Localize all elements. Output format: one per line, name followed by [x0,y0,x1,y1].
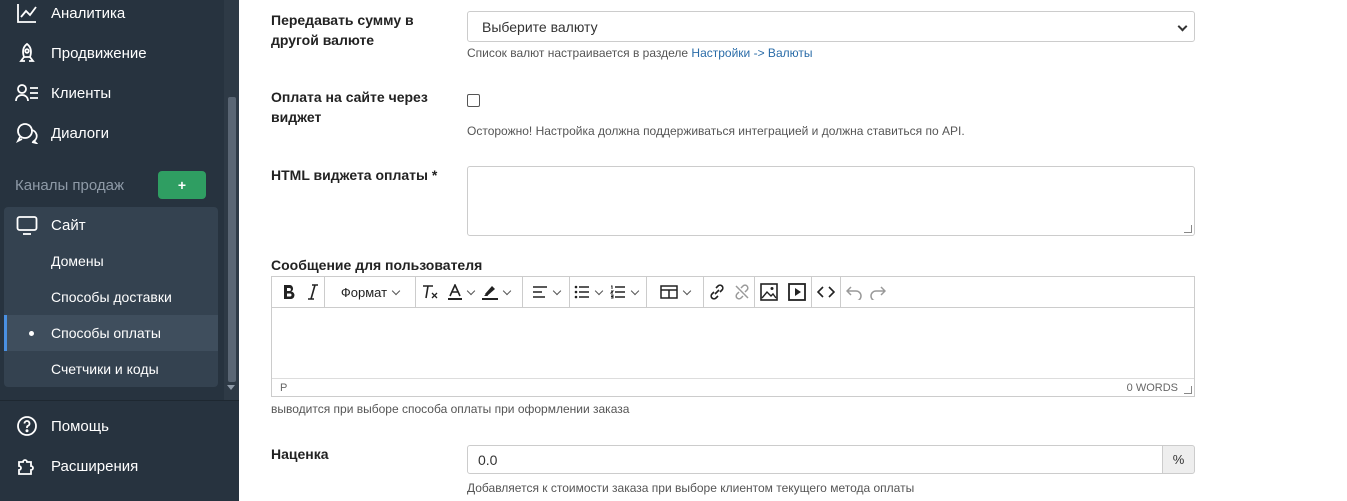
image-icon[interactable] [755,277,783,308]
widget-html-textarea[interactable] [467,166,1195,236]
italic-icon[interactable] [302,277,324,308]
undo-icon[interactable] [841,277,867,308]
sidebar-subitem-delivery[interactable]: Способы доставки [4,279,218,315]
sidebar-item-label: Аналитика [51,4,126,22]
chat-bubbles-icon [15,121,39,145]
sidebar-item-dialogs[interactable]: Диалоги [0,113,224,153]
sidebar-subitem-label: Способы доставки [51,289,172,305]
chevron-down-icon [630,286,640,295]
element-path[interactable]: P [280,382,287,394]
currency-label: Передавать сумму в другой валюте [271,12,414,48]
text-color-icon[interactable] [444,277,478,308]
sidebar-subitem-domains[interactable]: Домены [4,243,218,279]
align-left-icon[interactable] [523,277,569,308]
sidebar-subitem-label: Домены [51,253,104,269]
active-dot-icon [29,330,34,336]
redo-icon[interactable] [867,277,889,308]
user-message-help: выводится при выборе способа оплаты при … [271,402,630,416]
chevron-down-icon [594,286,604,295]
sidebar-subitem-counters[interactable]: Счетчики и коды [4,351,218,387]
widget-payment-help: Осторожно! Настройка должна поддерживать… [467,124,965,138]
add-channel-button[interactable]: + [158,171,206,199]
media-icon[interactable] [783,277,811,308]
bold-icon[interactable] [276,277,302,308]
markup-input[interactable]: 0.0 [467,445,1163,474]
percent-addon: % [1162,445,1195,474]
widget-html-label: HTML виджета оплаты * [271,167,438,183]
sidebar-item-promotion[interactable]: Продвижение [0,33,224,73]
sidebar: Аналитика Продвижение Клиенты Диалоги Ка… [0,0,239,501]
monitor-icon [15,213,39,237]
sidebar-subitem-label: Счетчики и коды [51,361,159,377]
widget-payment-label: Оплата на сайте через виджет [271,89,428,125]
rocket-icon [15,41,39,65]
currency-help-text: Список валют настраивается в разделе [467,46,692,60]
currency-select[interactable]: Выберите валюту [467,11,1195,42]
help-circle-icon [15,414,39,438]
sidebar-item-label: Клиенты [51,84,112,102]
sidebar-item-help[interactable]: Помощь [0,406,224,446]
chevron-down-icon [466,286,476,295]
markup-input-value: 0.0 [478,451,498,468]
clear-format-icon[interactable] [416,277,444,308]
sidebar-item-label: Сайт [51,216,86,234]
word-count: 0 WORDS [1126,382,1178,394]
source-code-icon[interactable] [812,277,840,308]
sidebar-item-partial[interactable] [0,486,224,501]
bullet-list-icon[interactable] [570,277,606,308]
editor-statusbar: P 0 WORDS [272,378,1194,396]
currency-settings-link[interactable]: Настройки -> Валюты [691,46,812,60]
sidebar-item-site[interactable]: Сайт [0,205,224,245]
scrollbar-thumb[interactable] [228,97,236,382]
sidebar-item-label: Продвижение [51,44,147,62]
link-icon[interactable] [704,277,730,308]
users-list-icon [15,81,39,105]
markup-help: Добавляется к стоимости заказа при выбор… [467,481,915,495]
sidebar-item-clients[interactable]: Клиенты [0,73,224,113]
chart-line-icon [15,1,39,25]
sidebar-item-analytics[interactable]: Аналитика [0,0,224,33]
table-icon[interactable] [647,277,703,308]
format-dropdown[interactable]: Формат [325,277,415,308]
sidebar-divider [0,400,239,401]
currency-select-value: Выберите валюту [482,18,598,35]
sales-channels-label: Каналы продаж [15,177,125,194]
chevron-down-icon [1177,21,1188,32]
highlight-color-icon[interactable] [478,277,514,308]
chevron-down-icon [391,286,401,295]
chevron-down-icon [552,286,562,295]
format-dropdown-label: Формат [340,284,388,300]
sidebar-item-label: Расширения [51,457,139,475]
numbered-list-icon[interactable] [606,277,642,308]
scroll-down-arrow-icon[interactable] [227,385,235,390]
rich-text-editor[interactable]: Формат P 0 WORDS [271,276,1195,397]
sidebar-item-label: Диалоги [51,124,109,142]
resize-handle-icon[interactable] [1184,225,1192,233]
widget-payment-checkbox[interactable] [467,94,480,107]
unlink-icon[interactable] [730,277,754,308]
chevron-down-icon [682,286,692,295]
sidebar-scrollbar[interactable] [224,0,239,400]
resize-handle-icon[interactable] [1184,386,1192,394]
currency-help: Список валют настраивается в разделе Нас… [467,46,812,60]
markup-label: Наценка [271,446,329,462]
editor-toolbar: Формат [272,276,1194,308]
sidebar-subitem-label: Способы оплаты [51,325,161,341]
puzzle-icon [15,454,39,478]
sidebar-subitem-payment-methods[interactable]: Способы оплаты [4,315,218,351]
sidebar-item-extensions[interactable]: Расширения [0,446,224,486]
sidebar-item-label: Помощь [51,417,109,435]
chevron-down-icon [502,286,512,295]
box-icon [15,494,39,501]
user-message-label: Сообщение для пользователя [271,257,483,273]
